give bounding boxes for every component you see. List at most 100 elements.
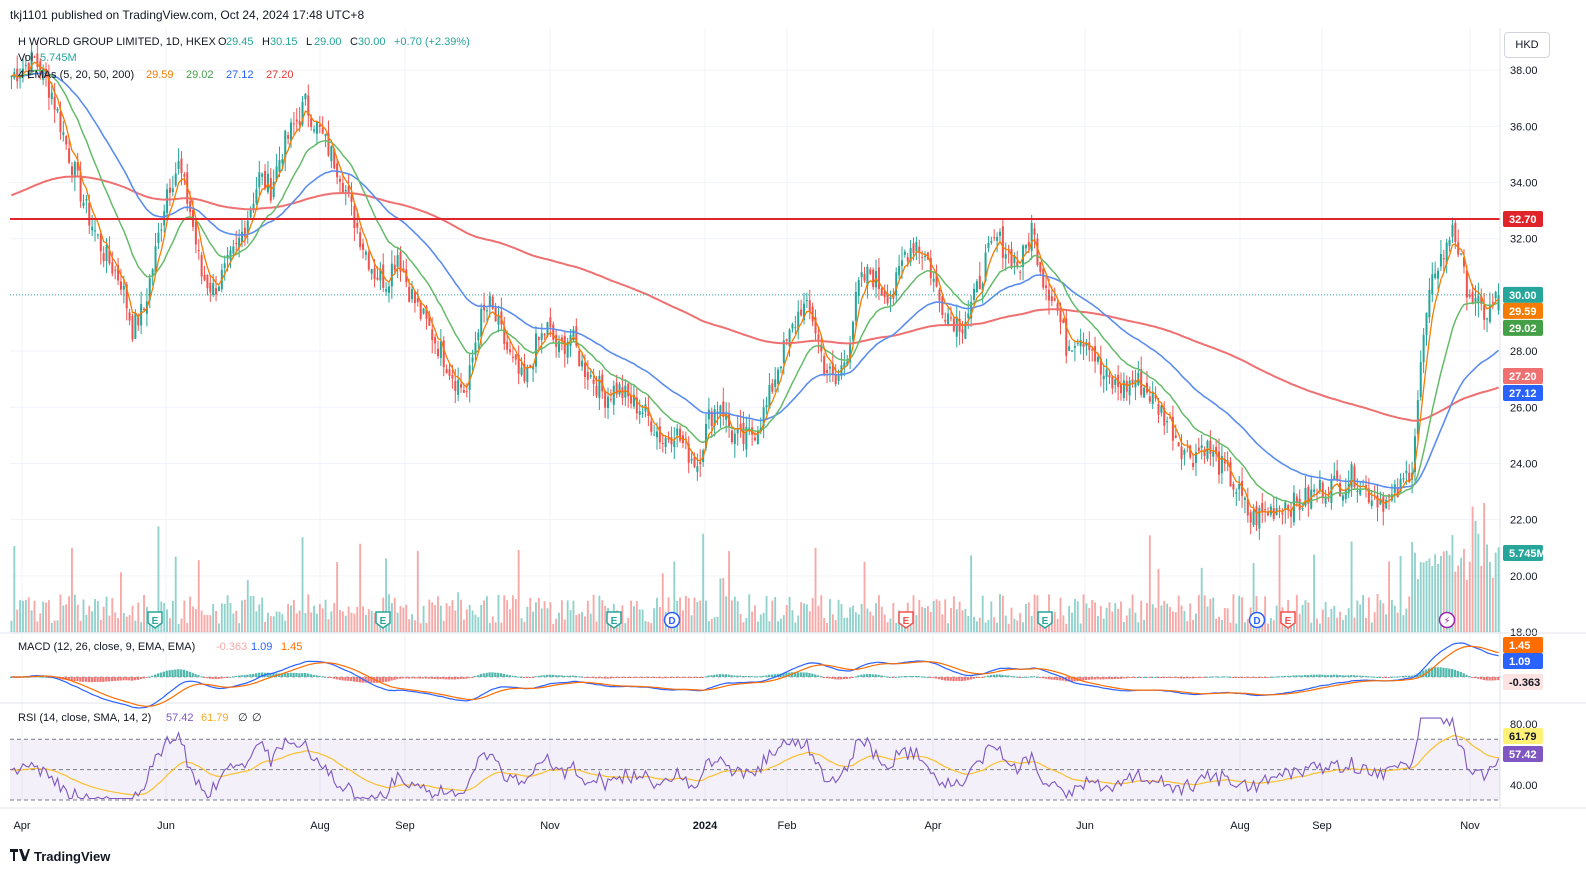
volume-bar (192, 606, 194, 632)
candle (903, 251, 906, 255)
volume-bar (1169, 607, 1171, 632)
volume-bar (1137, 622, 1140, 632)
volume-bar (42, 601, 45, 632)
volume-bar (950, 607, 952, 632)
macd-histogram-bar (102, 677, 105, 682)
macd-histogram-bar (586, 677, 589, 678)
volume-bar (324, 599, 327, 632)
ema5-badge-text: 29.59 (1509, 306, 1537, 318)
candle (1042, 268, 1045, 288)
volume-bar (1085, 603, 1088, 632)
chart-canvas[interactable]: 38.00 36.00 34.00 32.00 28.00 26.00 24.00 22.00… (0, 0, 1586, 883)
volume-bar (53, 620, 56, 632)
macd-histogram-bar (975, 677, 978, 679)
macd-histogram-bar (324, 676, 327, 678)
ema200-badge-text: 27.20 (1509, 371, 1537, 383)
macd-histogram-bar (940, 677, 944, 680)
macd-histogram-bar (381, 677, 385, 683)
macd-histogram-bar (522, 677, 526, 678)
macd-histogram-bar (989, 675, 993, 677)
candle (739, 423, 742, 429)
volume-bar (1350, 541, 1353, 632)
volume-bar (993, 617, 996, 632)
volume-bar (739, 613, 742, 632)
volume-bar (1393, 605, 1396, 632)
volume-bar (437, 596, 439, 632)
macd-histogram-bar (753, 676, 756, 678)
volume-bar (592, 594, 595, 632)
volume-bar (535, 602, 537, 632)
candle (1321, 482, 1324, 499)
volume-bar (1437, 563, 1439, 632)
candle (1439, 253, 1442, 267)
candle (785, 339, 788, 342)
macd-histogram-bar (1350, 674, 1353, 677)
ohlc-label: C (350, 36, 358, 48)
candle (471, 357, 474, 363)
candle (854, 291, 857, 321)
volume-bar (229, 603, 232, 632)
volume-bar (987, 620, 990, 632)
volume-bar (800, 602, 803, 632)
macd-histogram-bar (338, 677, 341, 680)
macd-histogram-bar (805, 672, 808, 677)
volume-bar (644, 621, 647, 632)
candle (592, 379, 595, 384)
candle (630, 395, 633, 404)
close-badge-text: 30.00 (1509, 290, 1537, 302)
macd-histogram-bar (946, 677, 949, 681)
rsi-legend-rsi: 57.42 (166, 712, 194, 724)
volume-bar (748, 594, 751, 632)
candle (1350, 464, 1353, 488)
macd-histogram-bar (1335, 674, 1339, 677)
footer-brand[interactable]: TradingView (10, 849, 110, 864)
macd-histogram-bar (560, 675, 563, 677)
macd-histogram-bar (949, 677, 952, 681)
macd-histogram-bar (1050, 677, 1053, 680)
macd-histogram-bar (574, 675, 578, 677)
candle (1376, 495, 1379, 508)
volume-bar (1339, 611, 1341, 632)
macd-histogram-bar (237, 675, 240, 677)
volume-bar (935, 599, 938, 632)
macd-histogram-bar (1341, 675, 1344, 677)
volume-bar (710, 619, 713, 632)
volume-bar (1416, 579, 1419, 632)
candle (128, 312, 131, 321)
event-marker-letter: E (611, 616, 618, 627)
time-axis: Apr Jun Aug Sep Nov 2024 Feb Apr Jun Aug Sep Nov (13, 820, 1480, 832)
volume-bar (186, 623, 189, 632)
candle (656, 431, 659, 438)
macd-histogram-bar (865, 673, 869, 677)
macd-histogram-bar (635, 677, 638, 678)
candle (194, 221, 197, 245)
candle (465, 391, 468, 393)
macd-histogram-bar (439, 677, 442, 679)
price-tick-label: 32.00 (1510, 234, 1538, 246)
candle (114, 269, 117, 271)
volume-bar (860, 603, 863, 632)
volume-bar (926, 606, 929, 632)
volume-bar (105, 596, 108, 632)
macd-histogram-bar (525, 677, 529, 678)
macd-histogram-bar (537, 675, 540, 677)
macd-histogram-bar (494, 672, 497, 677)
volume-bar (1388, 561, 1390, 632)
macd-histogram-bar (548, 674, 552, 677)
macd-histogram-bar (194, 674, 197, 677)
macd-histogram-bar (759, 676, 762, 678)
candle (1356, 490, 1359, 492)
macd-histogram-bar (399, 677, 402, 679)
candle (171, 188, 174, 193)
volume-bar (486, 596, 488, 632)
macd-histogram-bar (655, 677, 658, 679)
macd-histogram-bar (1171, 677, 1174, 678)
volume-bar (1486, 544, 1488, 632)
macd-histogram-bar (897, 676, 900, 678)
volume-bar (290, 605, 292, 632)
candle (673, 440, 676, 448)
macd-histogram-bar (1119, 677, 1122, 679)
volume-bar (390, 603, 393, 632)
volume-bar (837, 599, 840, 632)
macd-histogram-bar (540, 675, 543, 677)
